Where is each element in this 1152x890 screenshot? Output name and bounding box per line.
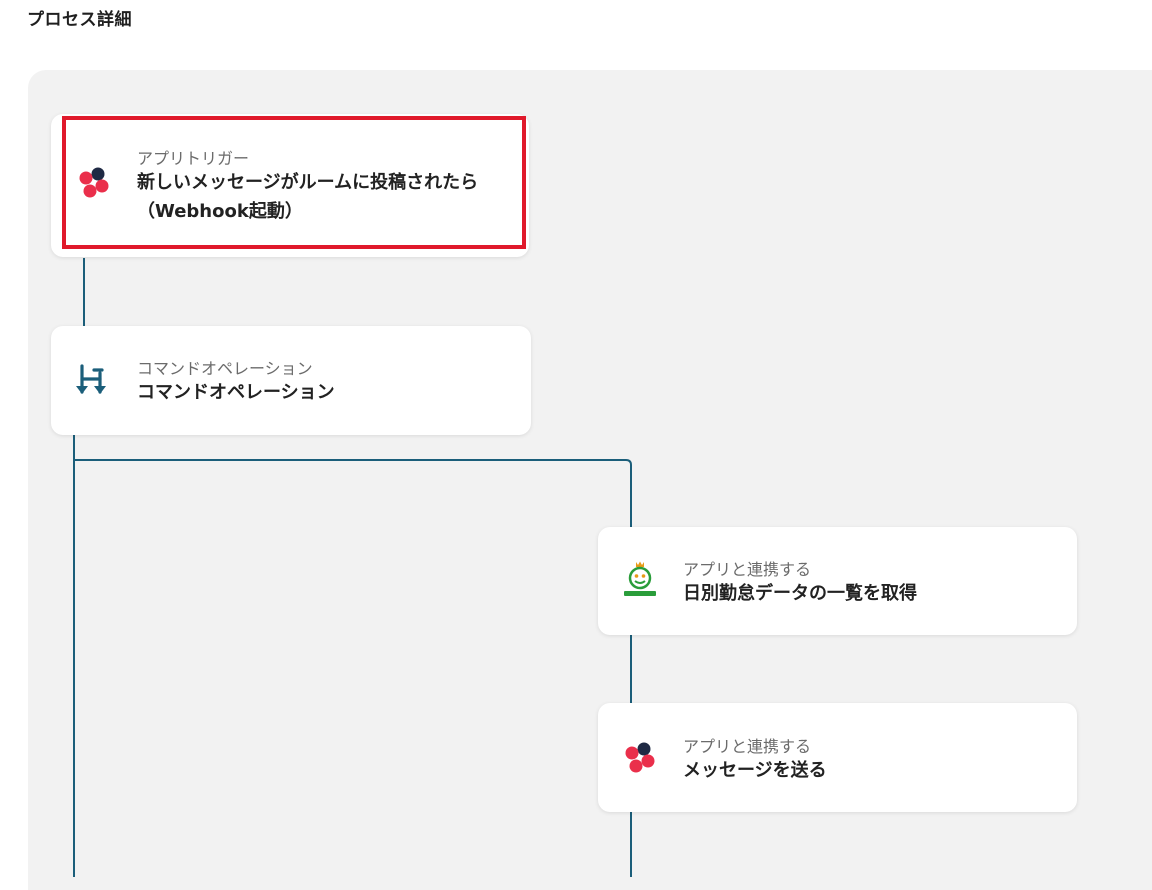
chatwork-logo-icon (625, 742, 655, 773)
send-title: メッセージを送る (683, 760, 827, 781)
king-of-time-logo-icon (624, 561, 656, 596)
command-operation-card[interactable]: コマンドオペレーション コマンドオペレーション (51, 326, 531, 435)
branch-arrow-icon (76, 364, 106, 394)
command-type-label: コマンドオペレーション (137, 359, 313, 378)
trigger-card[interactable]: アプリトリガー 新しいメッセージがルームに投稿されたら （Webhook起動） (51, 114, 529, 257)
send-type-label: アプリと連携する (683, 737, 812, 756)
kot-title: 日別勤怠データの一覧を取得 (683, 583, 917, 604)
trigger-title-line1: 新しいメッセージがルームに投稿されたら (137, 172, 479, 193)
trigger-type-label: アプリトリガー (137, 149, 250, 168)
send-message-card[interactable]: アプリと連携する メッセージを送る (598, 703, 1077, 812)
chatwork-logo-icon (79, 167, 109, 198)
trigger-title: 新しいメッセージがルームに投稿されたら （Webhook起動） (137, 168, 517, 226)
command-title: コマンドオペレーション (137, 382, 335, 403)
kot-type-label: アプリと連携する (683, 560, 812, 579)
kot-step-card[interactable]: アプリと連携する 日別勤怠データの一覧を取得 (598, 527, 1077, 635)
trigger-title-line2: （Webhook起動） (137, 201, 303, 222)
connector-command-to-branch (74, 459, 632, 527)
